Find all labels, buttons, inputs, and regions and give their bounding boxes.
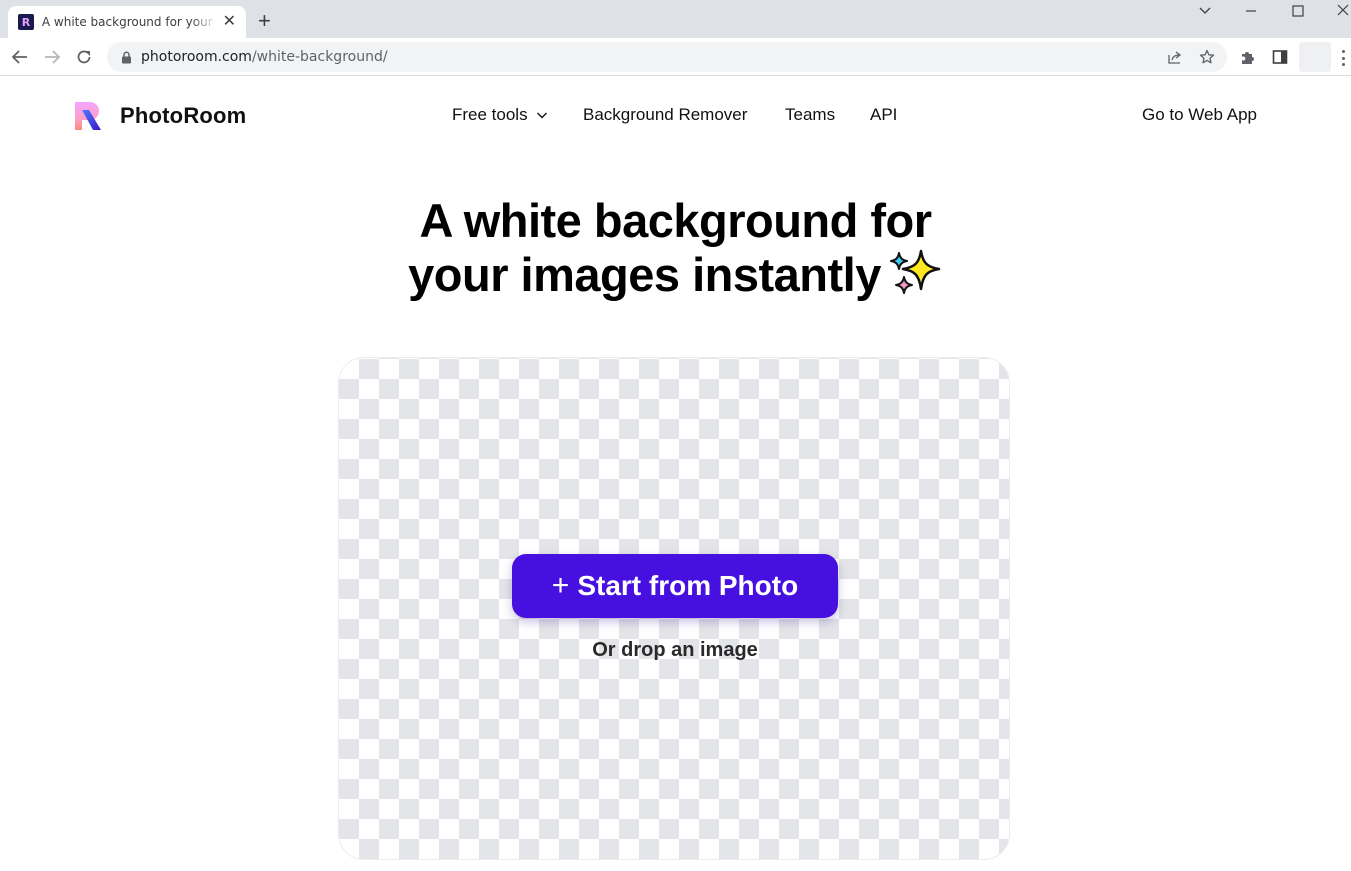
nav-teams-label: Teams [785,105,836,124]
kebab-dot [1341,63,1345,66]
tab-close-icon[interactable]: ✕ [223,14,236,30]
start-from-photo-button[interactable]: + Start from Photo [512,554,838,618]
share-button[interactable] [1165,47,1185,67]
address-bar[interactable]: photoroom.com/white-background/ [107,42,1227,72]
site-logo[interactable]: PhotoRoom [72,99,246,133]
nav-background-remover[interactable]: Background Remover [583,105,747,125]
nav-free-tools-label: Free tools [452,105,528,124]
nav-group: Teams [785,105,835,125]
tab-search-button[interactable] [1198,2,1212,21]
sparkles-icon [889,249,941,294]
brand-name: PhotoRoom [120,103,247,128]
go-to-web-app-link[interactable]: Go to Web App [1142,105,1257,125]
kebab-dot [1341,56,1345,60]
back-arrow-icon [11,50,27,64]
share-icon [1168,51,1182,64]
image-dropzone[interactable]: + Start from Photo Or drop an image [338,357,1010,860]
forward-arrow-icon [45,50,61,64]
tab-title: A white background for your images insta… [41,15,217,29]
photoroom-favicon-icon: R [18,14,34,30]
reload-button[interactable] [72,45,96,69]
lock-icon[interactable] [119,50,133,64]
back-button[interactable] [8,45,32,69]
drop-image-hint: Or drop an image [592,639,758,661]
maximize-button[interactable] [1291,2,1305,21]
new-tab-button[interactable]: + [258,10,271,32]
forward-button[interactable] [40,45,64,69]
nav-group: API [870,105,897,125]
close-icon [1337,4,1349,16]
start-from-photo-label: Start from Photo [577,570,799,601]
nav-free-tools[interactable]: Free tools [452,105,548,125]
headline-line-1: A white background for [419,194,932,247]
headline-line-2: your images instantly [0,245,1351,301]
side-panel-icon [1272,50,1288,64]
page-title: A white background for your images insta… [0,197,1351,301]
browser-menu-button[interactable] [1340,50,1346,66]
plus-icon: + [551,569,570,602]
nav-teams[interactable]: Teams [785,105,835,125]
extensions-button[interactable] [1238,47,1258,67]
main-nav: Free tools [452,105,548,125]
browser-tab-bar: R A white background for your images ins… [0,0,1351,38]
star-icon [1199,49,1215,64]
browser-tab-active[interactable]: R A white background for your images ins… [8,6,246,38]
page-content: PhotoRoom Free tools Background Remover … [0,77,1351,871]
photoroom-logo-icon [75,102,101,130]
url-domain: photoroom.com [141,49,252,65]
profile-avatar-button[interactable] [1299,42,1331,72]
chevron-down-icon [1199,7,1211,14]
nav-group: Background Remover [583,105,747,125]
chevron-down-icon [536,112,547,119]
puzzle-icon [1242,52,1254,64]
minimize-icon [1246,10,1256,12]
kebab-menu-icon [1341,50,1345,53]
browser-toolbar: photoroom.com/white-background/ [0,38,1351,76]
maximize-icon [1292,5,1304,17]
minimize-button[interactable] [1244,2,1258,21]
headline-line-2-text: your images instantly [408,248,881,301]
side-panel-button[interactable] [1270,47,1290,67]
nav-api-label: API [870,105,898,124]
url-path: /white-background/ [251,49,388,65]
nav-background-remover-label: Background Remover [583,105,748,124]
nav-api[interactable]: API [870,105,897,125]
window-close-button[interactable] [1336,2,1350,21]
url-text: photoroom.com/white-background/ [141,49,388,65]
reload-icon [77,50,91,64]
bookmark-button[interactable] [1197,47,1217,67]
